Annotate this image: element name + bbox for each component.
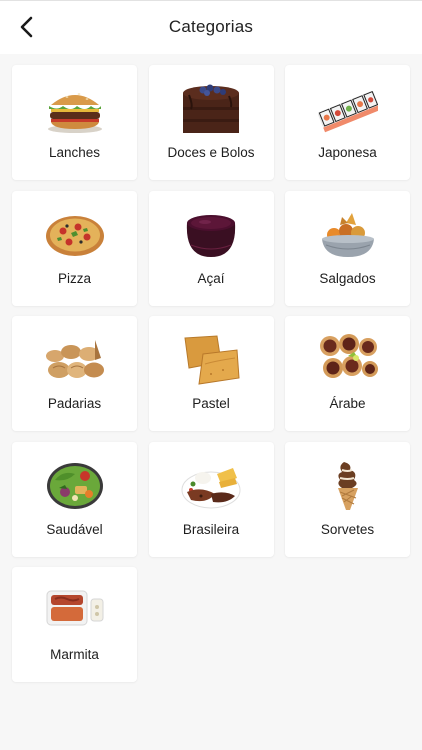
category-label: Marmita (50, 647, 99, 662)
category-grid: Lanches Doces e Bolos Japonesa Pizza Aça… (12, 65, 411, 682)
category-label: Brasileira (182, 521, 240, 537)
category-card-sorvetes[interactable]: Sorvetes (285, 441, 410, 557)
lunchbox-icon (46, 590, 103, 626)
category-card-japonesa[interactable]: Japonesa (285, 65, 410, 180)
sushi-icon (317, 90, 378, 133)
category-card-doces-e-bolos[interactable]: Doces e Bolos (148, 65, 274, 180)
burger-icon (47, 93, 102, 133)
pizza-icon (45, 215, 104, 256)
page-title: Categorias (168, 17, 254, 36)
category-label: Açaí (197, 270, 225, 286)
category-card-acai[interactable]: Açaí (148, 190, 274, 306)
category-label: Padarias (47, 396, 102, 411)
category-label: Japonesa (318, 145, 377, 160)
category-card-marmita[interactable]: Marmita (12, 567, 137, 682)
ice-cream-icon (337, 461, 358, 510)
brazilian-plate-icon (181, 467, 241, 508)
category-label: Lanches (48, 145, 101, 160)
category-label: Árabe (329, 396, 366, 411)
snacks-bowl-icon (321, 212, 374, 257)
category-card-pizza[interactable]: Pizza (12, 190, 137, 306)
pastel-icon (184, 335, 240, 385)
category-card-saudavel[interactable]: Saudável (12, 441, 137, 557)
header-divider (0, 0, 422, 1)
category-label: Salgados (319, 270, 376, 286)
cake-icon (183, 84, 239, 133)
category-card-pastel[interactable]: Pastel (148, 316, 274, 431)
app-header: Categorias (0, 0, 422, 54)
category-card-lanches[interactable]: Lanches (12, 65, 137, 180)
category-card-padarias[interactable]: Padarias (12, 316, 137, 431)
acai-bowl-icon (186, 214, 236, 257)
bread-icon (45, 340, 104, 378)
esfiha-icon (319, 334, 378, 378)
category-card-arabe[interactable]: Árabe (285, 316, 410, 431)
category-label: Saudável (46, 521, 103, 537)
category-card-brasileira[interactable]: Brasileira (148, 441, 274, 557)
category-card-salgados[interactable]: Salgados (285, 190, 410, 306)
category-label: Doces e Bolos (167, 145, 255, 160)
salad-icon (46, 462, 103, 509)
category-label: Pastel (192, 396, 230, 411)
category-label: Sorvetes (320, 521, 375, 537)
category-label: Pizza (57, 270, 91, 286)
